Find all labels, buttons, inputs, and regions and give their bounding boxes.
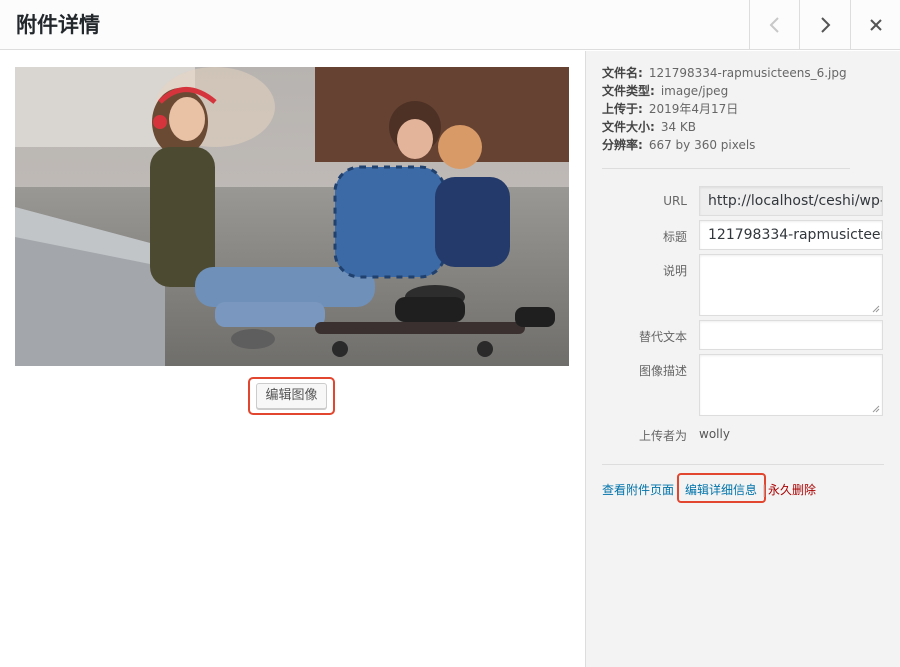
alt-text-field[interactable] xyxy=(699,320,883,350)
previous-button[interactable] xyxy=(749,0,799,50)
close-button[interactable] xyxy=(850,0,900,50)
description-label: 图像描述 xyxy=(638,364,687,378)
uploaded-by-label: 上传者为 xyxy=(638,429,687,443)
divider xyxy=(602,168,850,169)
modal-header: 附件详情 xyxy=(0,0,900,50)
attachment-image xyxy=(15,67,569,366)
uploaded-on-row: 上传于: 2019年4月17日 xyxy=(602,100,882,118)
file-type-value: image/jpeg xyxy=(660,84,729,98)
dimensions-row: 分辨率: 667 by 360 pixels xyxy=(602,136,882,154)
delete-permanently-link[interactable]: 永久删除 xyxy=(768,481,816,499)
title-label: 标题 xyxy=(662,230,687,244)
page-title: 附件详情 xyxy=(16,13,100,37)
uploaded-on-value: 2019年4月17日 xyxy=(648,102,739,116)
file-size-row: 文件大小: 34 KB xyxy=(602,118,882,136)
edit-details-link[interactable]: 编辑详细信息 xyxy=(685,481,757,499)
file-name-value: 121798334-rapmusicteens_6.jpg xyxy=(648,66,847,80)
link-separator: | xyxy=(762,483,767,497)
next-button[interactable] xyxy=(799,0,849,50)
file-type-row: 文件类型: image/jpeg xyxy=(602,82,882,100)
url-field[interactable]: http://localhost/ceshi/wp- xyxy=(699,186,883,216)
edit-image-button[interactable]: 编辑图像 xyxy=(256,383,327,409)
edit-details-highlight: 编辑详细信息 xyxy=(677,473,766,503)
file-size-value: 34 KB xyxy=(660,120,696,134)
caption-textarea[interactable] xyxy=(699,254,883,316)
file-name-label: 文件名: xyxy=(602,66,643,80)
file-type-label: 文件类型: xyxy=(602,84,655,98)
chevron-right-icon xyxy=(820,17,830,33)
url-label: URL xyxy=(663,194,687,208)
dimensions-value: 667 by 360 pixels xyxy=(648,138,756,152)
file-info: 文件名: 121798334-rapmusicteens_6.jpg 文件类型: i… xyxy=(602,64,882,154)
attachment-preview: 编辑图像 xyxy=(0,51,585,667)
title-field[interactable]: 121798334-rapmusicteen xyxy=(699,220,883,250)
file-size-label: 文件大小: xyxy=(602,120,655,134)
close-icon xyxy=(869,19,882,31)
resize-grip-icon[interactable] xyxy=(872,305,880,313)
uploaded-on-label: 上传于: xyxy=(602,102,643,116)
attachment-details-sidebar: 文件名: 121798334-rapmusicteens_6.jpg 文件类型: i… xyxy=(585,51,900,667)
chevron-left-icon xyxy=(769,17,779,33)
view-attachment-page-link[interactable]: 查看附件页面 xyxy=(602,481,674,499)
dimensions-label: 分辨率: xyxy=(602,138,643,152)
resize-grip-icon[interactable] xyxy=(872,405,880,413)
uploaded-by-value: wolly xyxy=(699,427,730,441)
file-name-row: 文件名: 121798334-rapmusicteens_6.jpg xyxy=(602,64,882,82)
divider xyxy=(602,464,884,465)
edit-image-highlight: 编辑图像 xyxy=(248,377,335,415)
caption-label: 说明 xyxy=(662,264,687,278)
description-textarea[interactable] xyxy=(699,354,883,416)
alt-text-label: 替代文本 xyxy=(638,330,687,344)
